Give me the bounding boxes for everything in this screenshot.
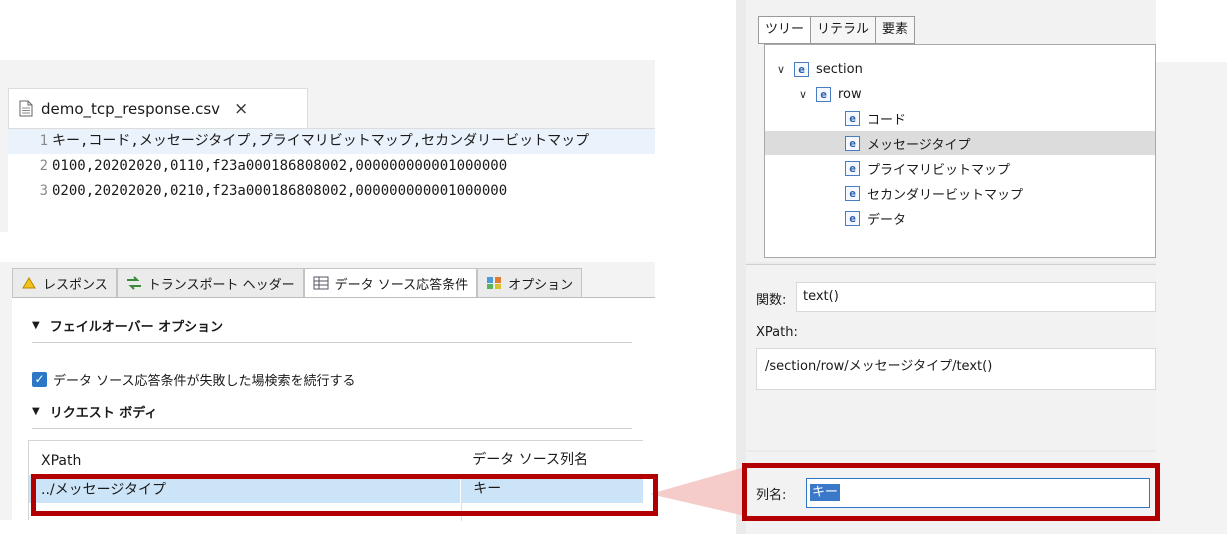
xpath-field[interactable]: /section/row/メッセージタイプ/text() bbox=[756, 348, 1156, 390]
builder-tabs: ツリー リテラル 要素 bbox=[758, 16, 916, 44]
line-text: 0200,20202020,0210,f23a000186808002,0000… bbox=[52, 183, 508, 199]
tab-label: データ ソース応答条件 bbox=[334, 277, 469, 293]
element-icon: e bbox=[794, 61, 809, 77]
divider bbox=[32, 428, 632, 429]
tab-transport-header[interactable]: トランスポート ヘッダー bbox=[116, 268, 304, 297]
tree-node-row[interactable]: ∨ e row bbox=[799, 82, 862, 106]
tab-label: レスポンス bbox=[43, 277, 108, 293]
tree-node-label: row bbox=[838, 86, 862, 102]
empty-cell bbox=[461, 503, 462, 521]
tab-options[interactable]: オプション bbox=[477, 268, 583, 297]
tree-node-code[interactable]: e コード bbox=[845, 106, 906, 130]
request-body-section-header[interactable]: ▼ リクエスト ボディ bbox=[32, 402, 157, 421]
tab-datasource-conditions[interactable]: データ ソース応答条件 bbox=[303, 268, 478, 297]
tree-node-message-type[interactable]: e メッセージタイプ bbox=[765, 131, 1155, 155]
tree-node-label: コード bbox=[867, 112, 907, 128]
editor-tab-label: demo_tcp_response.csv bbox=[41, 99, 221, 118]
table-row[interactable] bbox=[29, 503, 643, 521]
tab-response[interactable]: レスポンス bbox=[12, 268, 117, 297]
continue-search-option[interactable]: ✓ データ ソース応答条件が失敗した場検索を続行する bbox=[32, 370, 355, 389]
cell-datasource-column[interactable]: キー bbox=[460, 475, 643, 503]
response-editor-panel: レスポンス トランスポート ヘッダー データ ソース応答条件 オプション ▼ フ… bbox=[0, 262, 655, 521]
options-icon bbox=[487, 277, 502, 289]
tree-node-section[interactable]: ∨ e section bbox=[777, 57, 863, 81]
failover-section-title: フェイルオーバー オプション bbox=[49, 320, 224, 335]
xpath-mapping-table: XPath データ ソース列名 ../メッセージタイプ キー bbox=[28, 440, 643, 521]
xpath-label: XPath: bbox=[756, 325, 798, 340]
close-icon[interactable]: × bbox=[234, 99, 248, 119]
csv-line[interactable]: 2 0100,20202020,0110,f23a000186808002,00… bbox=[8, 154, 655, 179]
tree-node-label: セカンダリービットマップ bbox=[867, 187, 1024, 203]
tree-node-label: section bbox=[816, 61, 863, 77]
tree-node-secondary-bitmap[interactable]: e セカンダリービットマップ bbox=[845, 181, 1023, 205]
csv-line[interactable]: 1 キー,コード,メッセージタイプ,プライマリビットマップ,セカンダリービットマ… bbox=[8, 129, 655, 154]
tab-label: トランスポート ヘッダー bbox=[147, 277, 295, 293]
chevron-down-icon[interactable]: ∨ bbox=[777, 63, 787, 76]
column-header-xpath[interactable]: XPath bbox=[29, 453, 460, 469]
divider bbox=[32, 342, 632, 343]
table-row[interactable]: ../メッセージタイプ キー bbox=[29, 475, 643, 503]
element-tree: ∨ e section ∨ e row e コード e メッセージタイプ e プ… bbox=[764, 44, 1156, 258]
line-text: 0100,20202020,0110,f23a000186808002,0000… bbox=[52, 158, 508, 174]
tree-node-data[interactable]: e データ bbox=[845, 206, 906, 230]
datasource-icon bbox=[313, 276, 329, 290]
tab-tree[interactable]: ツリー bbox=[758, 16, 812, 44]
collapse-triangle-icon[interactable]: ▼ bbox=[32, 406, 40, 417]
tab-literal[interactable]: リテラル bbox=[810, 16, 877, 44]
csv-line[interactable]: 3 0200,20202020,0210,f23a000186808002,00… bbox=[8, 179, 655, 204]
file-icon bbox=[19, 100, 33, 117]
chevron-down-icon[interactable]: ∨ bbox=[799, 88, 809, 101]
column-name-label: 列名: bbox=[756, 488, 787, 503]
column-name-input[interactable]: キー bbox=[806, 478, 1150, 508]
function-label: 関数: bbox=[756, 293, 787, 308]
line-number: 2 bbox=[39, 158, 48, 174]
csv-editor: demo_tcp_response.csv × 1 キー,コード,メッセージタイ… bbox=[0, 60, 655, 232]
editor-tab[interactable]: demo_tcp_response.csv × bbox=[8, 88, 308, 128]
request-body-section-title: リクエスト ボディ bbox=[49, 406, 158, 421]
element-icon: e bbox=[845, 110, 860, 126]
element-icon: e bbox=[816, 86, 831, 102]
checkbox-label: データ ソース応答条件が失敗した場検索を続行する bbox=[53, 374, 356, 389]
line-number: 3 bbox=[39, 183, 48, 199]
transport-icon bbox=[126, 276, 141, 290]
tab-element[interactable]: 要素 bbox=[875, 16, 916, 44]
panel-tabbar: レスポンス トランスポート ヘッダー データ ソース応答条件 オプション bbox=[12, 268, 655, 298]
tree-node-label: プライマリビットマップ bbox=[867, 162, 1011, 178]
response-icon bbox=[22, 277, 36, 289]
element-icon: e bbox=[845, 135, 860, 151]
tree-node-label: データ bbox=[867, 212, 907, 228]
tree-node-label: メッセージタイプ bbox=[867, 137, 971, 153]
line-text: キー,コード,メッセージタイプ,プライマリビットマップ,セカンダリービットマップ bbox=[52, 133, 590, 149]
column-header-datasource-column[interactable]: データ ソース列名 bbox=[460, 449, 643, 469]
function-field[interactable]: text() bbox=[796, 282, 1156, 312]
table-header: XPath データ ソース列名 bbox=[29, 441, 643, 475]
line-number: 1 bbox=[39, 133, 48, 149]
column-name-selected-text: キー bbox=[810, 484, 841, 501]
element-icon: e bbox=[845, 185, 860, 201]
checkbox[interactable]: ✓ bbox=[32, 372, 47, 387]
panel-edge bbox=[1156, 62, 1227, 534]
element-icon: e bbox=[845, 210, 860, 226]
tab-label: オプション bbox=[508, 277, 574, 293]
editor-text-area[interactable]: 1 キー,コード,メッセージタイプ,プライマリビットマップ,セカンダリービットマ… bbox=[8, 128, 655, 232]
cell-xpath[interactable]: ../メッセージタイプ bbox=[29, 479, 460, 499]
collapse-triangle-icon[interactable]: ▼ bbox=[32, 320, 40, 331]
tree-node-primary-bitmap[interactable]: e プライマリビットマップ bbox=[845, 156, 1010, 180]
failover-section-header[interactable]: ▼ フェイルオーバー オプション bbox=[32, 316, 223, 335]
element-icon: e bbox=[845, 160, 860, 176]
